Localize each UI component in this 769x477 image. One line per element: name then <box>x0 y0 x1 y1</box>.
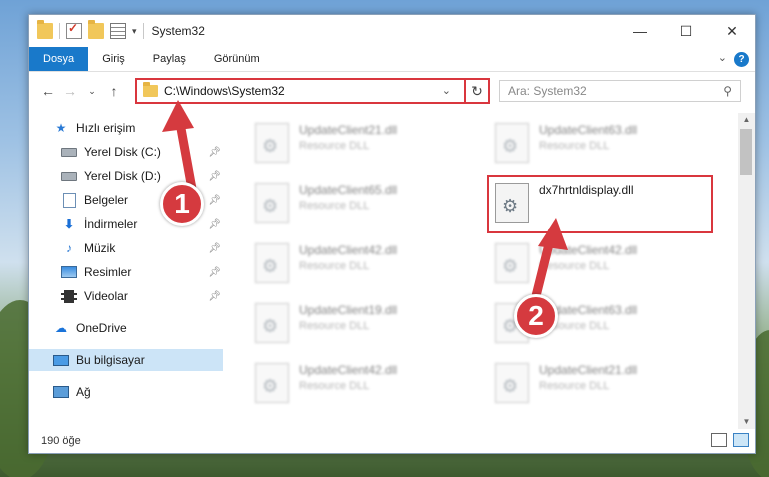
annotation-arrows <box>162 100 568 301</box>
step-marker-2: 2 <box>514 294 558 338</box>
arrow-1-head <box>162 100 194 132</box>
arrow-2-head <box>538 218 568 250</box>
step-marker-1: 1 <box>160 182 204 226</box>
